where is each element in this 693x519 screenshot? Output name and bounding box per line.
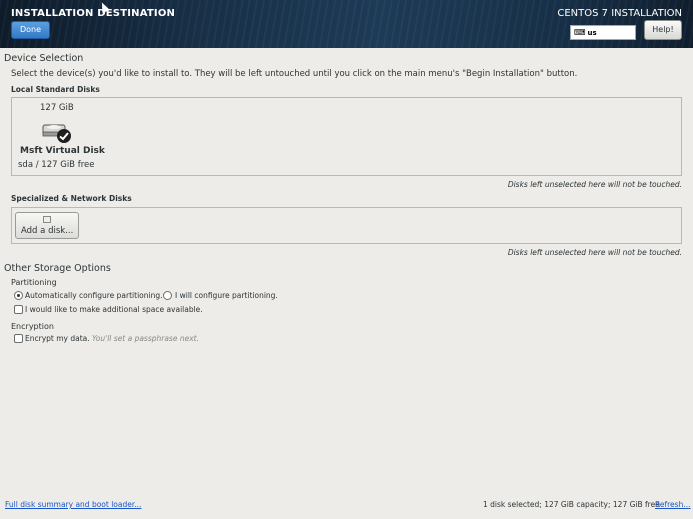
auto-partition-radio[interactable] [14,291,23,300]
network-disks-label: Specialized & Network Disks [11,194,132,203]
keyboard-layout-indicator[interactable]: ⌨ us [570,25,636,40]
keyboard-icon: ⌨ [574,28,586,37]
refresh-link[interactable]: Refresh... [655,500,690,509]
product-title: CENTOS 7 INSTALLATION [557,8,682,19]
add-disk-button[interactable]: Add a disk... [15,212,79,239]
disk-name: Msft Virtual Disk [20,146,105,156]
encrypt-text: Encrypt my data. [25,334,90,343]
device-selection-intro: Select the device(s) you'd like to insta… [11,69,578,79]
keyboard-layout-label: us [587,29,597,37]
storage-options-title: Other Storage Options [4,263,111,274]
page-title: INSTALLATION DESTINATION [11,8,176,19]
encryption-label: Encryption [11,322,54,331]
local-disks-note: Disks left unselected here will not be t… [507,180,682,189]
disk-size: 127 GiB [40,103,74,113]
help-button[interactable]: Help! [644,20,682,40]
network-disks-note: Disks left unselected here will not be t… [507,248,682,257]
disk-detail: sda / 127 GiB free [18,160,95,170]
check-badge-icon [57,129,71,143]
disk-status-summary: 1 disk selected; 127 GiB capacity; 127 G… [483,500,660,509]
manual-partition-label[interactable]: I will configure partitioning. [175,291,278,300]
add-disk-icon [43,216,51,223]
partitioning-label: Partitioning [11,278,57,287]
add-disk-label: Add a disk... [21,226,74,236]
encrypt-hint: You'll set a passphrase next. [92,334,199,343]
manual-partition-radio[interactable] [163,291,172,300]
local-disks-label: Local Standard Disks [11,85,100,94]
auto-partition-label[interactable]: Automatically configure partitioning. [25,291,162,300]
extra-space-label[interactable]: I would like to make additional space av… [25,305,203,314]
network-disks-panel [11,207,682,244]
encrypt-checkbox[interactable] [14,334,23,343]
local-disks-panel [11,97,682,176]
device-selection-title: Device Selection [4,53,84,64]
encrypt-label[interactable]: Encrypt my data. You'll set a passphrase… [25,334,199,343]
full-disk-summary-link[interactable]: Full disk summary and boot loader... [5,500,141,509]
extra-space-checkbox[interactable] [14,305,23,314]
done-button[interactable]: Done [11,21,50,39]
